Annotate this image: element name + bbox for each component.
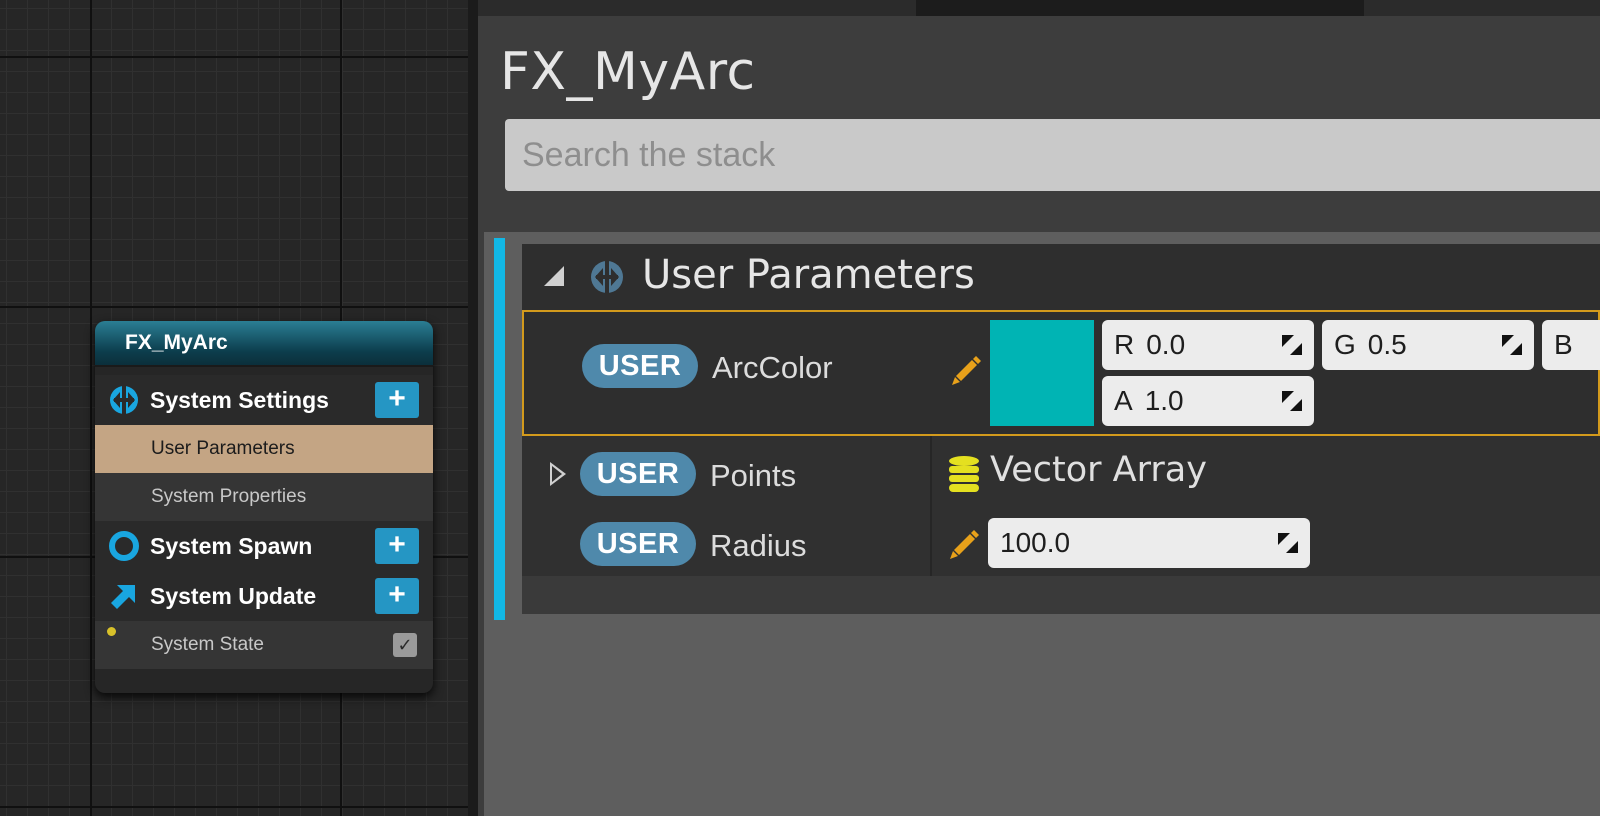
section-header[interactable]: User Parameters xyxy=(522,244,1600,310)
system-update-icon xyxy=(107,579,141,613)
field-value: 0.5 xyxy=(1367,329,1407,360)
node-item-label: System State xyxy=(151,634,264,655)
radius-value-field[interactable]: 100.0 xyxy=(988,518,1310,568)
pencil-icon[interactable] xyxy=(948,352,984,388)
param-name: ArcColor xyxy=(712,350,833,385)
system-node-title[interactable]: FX_MyArc xyxy=(95,321,433,367)
param-row-points[interactable]: USER Points Vector Array xyxy=(522,436,1600,510)
collapse-arrow-icon[interactable] xyxy=(544,266,564,286)
param-name: Points xyxy=(710,458,797,493)
system-settings-icon xyxy=(107,383,141,417)
param-row-radius[interactable]: USER Radius 100.0 xyxy=(522,510,1600,576)
panel-splitter[interactable] xyxy=(468,0,478,816)
add-system-settings-module-button[interactable]: + xyxy=(375,382,419,418)
color-b-field[interactable]: B xyxy=(1542,320,1600,370)
node-group-label: System Update xyxy=(150,582,317,609)
node-item-user-parameters[interactable]: User Parameters xyxy=(95,425,433,473)
resize-icon xyxy=(1278,533,1298,553)
color-swatch[interactable] xyxy=(990,320,1094,426)
field-value: 100.0 xyxy=(1000,527,1071,558)
color-g-field[interactable]: G 0.5 xyxy=(1322,320,1534,370)
node-item-system-state[interactable]: System State ✓ xyxy=(95,621,433,669)
add-system-update-module-button[interactable]: + xyxy=(375,578,419,614)
system-spawn-icon xyxy=(107,529,141,563)
node-group-system-spawn[interactable]: System Spawn + xyxy=(95,521,433,571)
system-state-enabled-checkbox[interactable]: ✓ xyxy=(393,633,417,657)
expand-arrow-icon[interactable] xyxy=(550,462,566,486)
add-system-spawn-module-button[interactable]: + xyxy=(375,528,419,564)
section-title: User Parameters xyxy=(642,252,975,298)
search-stack-input[interactable] xyxy=(505,119,1600,191)
user-badge: USER xyxy=(580,452,696,496)
resize-icon xyxy=(1282,335,1302,355)
user-badge: USER xyxy=(580,522,696,566)
field-value: 0.0 xyxy=(1146,329,1186,360)
field-prefix: A xyxy=(1114,385,1133,416)
node-group-system-settings[interactable]: System Settings + xyxy=(95,375,433,425)
node-group-system-update[interactable]: System Update + xyxy=(95,571,433,621)
section-footer xyxy=(522,576,1600,614)
color-r-field[interactable]: R 0.0 xyxy=(1102,320,1314,370)
param-value: Vector Array xyxy=(990,450,1207,490)
system-settings-icon xyxy=(591,261,623,293)
field-prefix: G xyxy=(1334,329,1356,360)
field-value: 1.0 xyxy=(1144,385,1184,416)
top-tab-strip xyxy=(478,0,1600,16)
node-item-system-properties[interactable]: System Properties xyxy=(95,473,433,521)
resize-icon xyxy=(1502,335,1522,355)
param-name: Radius xyxy=(710,528,807,563)
database-icon xyxy=(949,456,979,492)
pencil-icon[interactable] xyxy=(946,526,982,562)
color-a-field[interactable]: A 1.0 xyxy=(1102,376,1314,426)
stack-title: FX_MyArc xyxy=(500,42,756,102)
system-overview-graph[interactable]: FX_MyArc System Settings + User Paramete… xyxy=(0,0,468,816)
field-prefix: R xyxy=(1114,329,1135,360)
node-group-label: System Spawn xyxy=(150,532,313,559)
status-dot xyxy=(107,627,116,636)
user-parameters-section: User Parameters USER ArcColor R 0.0 G 0.5 … xyxy=(522,244,1600,614)
group-accent-bar xyxy=(494,238,505,620)
system-node[interactable]: FX_MyArc System Settings + User Paramete… xyxy=(95,321,433,693)
node-group-label: System Settings xyxy=(150,386,329,413)
field-prefix: B xyxy=(1554,329,1573,360)
param-row-arccolor[interactable]: USER ArcColor R 0.0 G 0.5 B A 1.0 xyxy=(522,310,1600,436)
user-badge: USER xyxy=(582,344,698,388)
resize-icon xyxy=(1282,391,1302,411)
panel-tab[interactable] xyxy=(916,0,1364,16)
